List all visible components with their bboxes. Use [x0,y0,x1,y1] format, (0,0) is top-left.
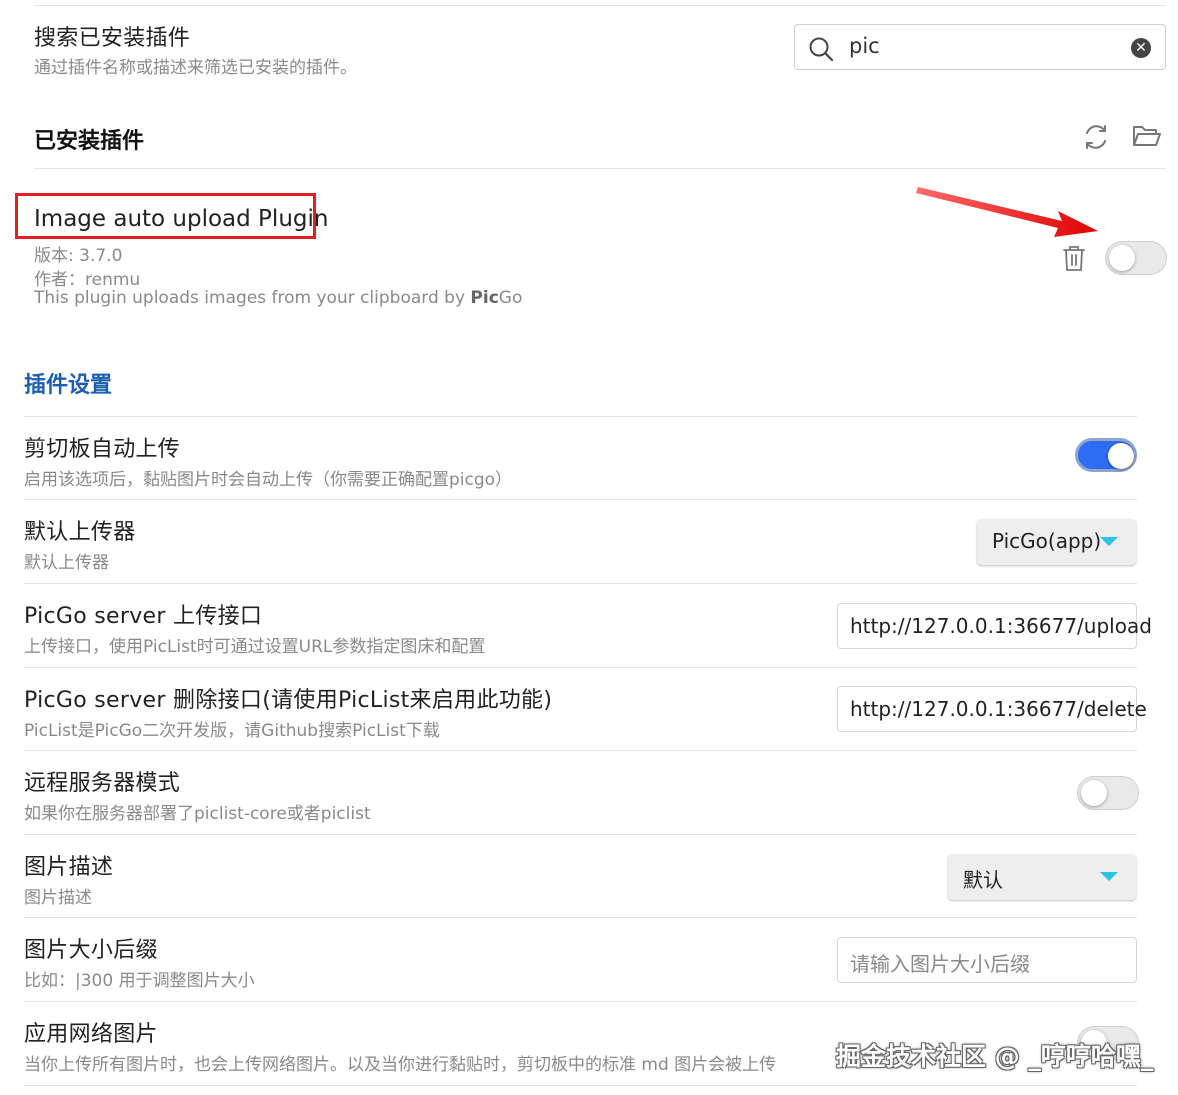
search-icon [808,36,834,66]
chevron-down-icon [1100,537,1118,546]
toggle-knob [1081,780,1107,806]
delete-endpoint-value: http://127.0.0.1:36677/delete [850,697,1147,721]
setting-desc-upload-endpoint: 上传接口，使用PicList时可通过设置URL参数指定图床和配置 [24,637,486,657]
toggle-knob [1109,245,1135,271]
row-divider [24,1085,1137,1086]
watermark: 掘金技术社区 @ _哼哼哈嘿_ [836,1042,1154,1071]
row-divider [24,583,1137,584]
row-divider [24,834,1137,835]
toggle-knob [1108,443,1134,469]
setting-title-image-description: 图片描述 [24,855,114,880]
plugin-desc-bold: Pic [470,288,499,308]
setting-desc-image-size-suffix: 比如：|300 用于调整图片大小 [24,971,255,991]
plugin-description: This plugin uploads images from your cli… [34,288,522,308]
setting-title-delete-endpoint: PicGo server 删除接口(请使用PicList来启用此功能) [24,688,553,713]
image-size-suffix-input[interactable]: 请输入图片大小后缀 [837,937,1137,983]
folder-open-icon[interactable] [1132,123,1162,153]
row-divider [24,917,1137,918]
setting-title-remote-server: 远程服务器模式 [24,771,181,796]
plugin-author: 作者：renmu [34,270,141,290]
refresh-icon[interactable] [1082,123,1110,155]
settings-heading: 插件设置 [24,373,113,398]
setting-desc-remote-server: 如果你在服务器部署了piclist-core或者piclist [24,804,371,824]
row-divider [24,750,1137,751]
default-uploader-select[interactable]: PicGo(app) [977,519,1136,565]
plugin-name: Image auto upload Plugin [34,206,329,232]
red-arrow-annotation [916,187,1098,237]
setting-title-image-size-suffix: 图片大小后缀 [24,938,158,963]
installed-divider [34,168,1166,169]
plugin-desc-suffix: Go [498,288,523,308]
trash-icon[interactable] [1062,244,1086,276]
setting-title-upload-endpoint: PicGo server 上传接口 [24,604,263,629]
setting-desc-clipboard-upload: 启用该选项后，黏贴图片时会自动上传（你需要正确配置picgo） [24,470,513,490]
plugin-enable-toggle[interactable] [1105,241,1167,275]
plugin-version: 版本: 3.7.0 [34,246,123,266]
setting-title-clipboard-upload: 剪切板自动上传 [24,437,181,462]
setting-title-default-uploader: 默认上传器 [24,520,136,545]
default-uploader-value: PicGo(app) [992,529,1102,553]
row-divider [24,1001,1137,1002]
delete-endpoint-input[interactable]: http://127.0.0.1:36677/delete [837,686,1147,732]
setting-desc-image-description: 图片描述 [24,888,92,908]
search-input[interactable]: pic ✕ [794,24,1166,70]
upload-endpoint-value: http://127.0.0.1:36677/upload [850,614,1152,638]
clear-icon[interactable]: ✕ [1131,38,1151,58]
upload-endpoint-input[interactable]: http://127.0.0.1:36677/upload [837,603,1152,649]
top-divider [34,5,1166,6]
filter-desc: 通过插件名称或描述来筛选已安装的插件。 [34,58,357,78]
search-value: pic [849,34,880,58]
setting-desc-network-images: 当你上传所有图片时，也会上传网络图片。以及当你进行黏贴时，剪切板中的标准 md … [24,1055,777,1075]
plugin-desc-text: This plugin uploads images from your cli… [34,288,471,308]
row-divider [24,667,1137,668]
image-description-select[interactable]: 默认 [948,854,1136,900]
image-description-value: 默认 [963,868,1003,892]
setting-desc-default-uploader: 默认上传器 [24,553,109,573]
settings-divider [24,416,1137,417]
setting-desc-delete-endpoint: PicList是PicGo二次开发版，请Github搜索PicList下载 [24,721,440,741]
installed-plugins-title: 已安装插件 [34,129,145,154]
row-divider [24,499,1137,500]
filter-title: 搜索已安装插件 [34,26,191,51]
chevron-down-icon [1100,872,1118,881]
setting-title-network-images: 应用网络图片 [24,1022,158,1047]
remote-server-toggle[interactable] [1077,776,1139,810]
image-size-suffix-placeholder: 请输入图片大小后缀 [850,952,1030,976]
clipboard-upload-toggle[interactable] [1075,438,1137,472]
